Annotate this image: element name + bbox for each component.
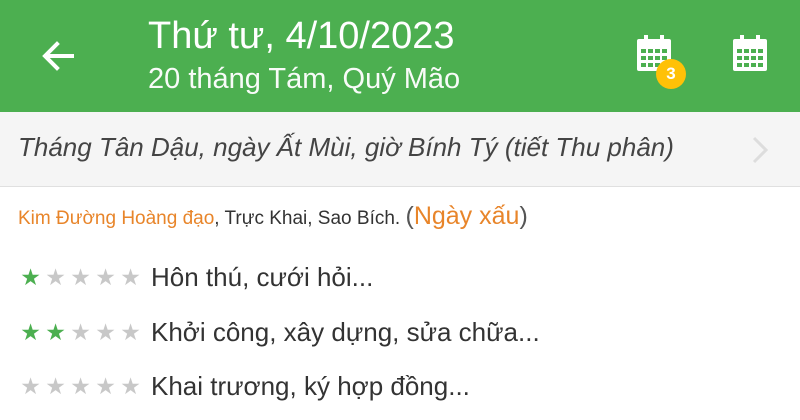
star-filled-icon: ★	[20, 319, 41, 345]
chevron-right-icon	[752, 136, 769, 164]
rating-row: ★ ★ ★ ★ ★ Khởi công, xây dựng, sửa chữa...	[18, 312, 540, 352]
page-title: Thứ tư, 4/10/2023	[148, 15, 455, 57]
calendar-grid-icon	[733, 35, 767, 71]
top-app-bar: Thứ tư, 4/10/2023 20 tháng Tám, Quý Mão …	[0, 0, 800, 112]
day-details-text: , Trực Khai, Sao Bích.	[214, 208, 401, 229]
hoang-dao-label: Kim Đường Hoàng đạo	[18, 208, 215, 229]
star-empty-icon: ★	[45, 373, 66, 399]
star-empty-icon: ★	[70, 373, 91, 399]
event-count-badge: 3	[656, 59, 686, 89]
lunar-info-row[interactable]: Tháng Tân Dậu, ngày Ất Mùi, giờ Bính Tý …	[0, 112, 800, 187]
star-empty-icon: ★	[70, 319, 91, 345]
star-empty-icon: ★	[45, 264, 66, 290]
back-button[interactable]	[30, 30, 86, 82]
star-filled-icon: ★	[45, 319, 66, 345]
activity-label: Khai trương, ký hợp đồng...	[151, 370, 470, 401]
header-titles: Thứ tư, 4/10/2023 20 tháng Tám, Quý Mão	[148, 12, 460, 98]
lunar-date-subtitle: 20 tháng Tám, Quý Mão	[148, 63, 461, 95]
month-calendar-button[interactable]	[728, 34, 772, 78]
star-rating: ★ ★ ★ ★ ★	[18, 373, 143, 399]
rating-row: ★ ★ ★ ★ ★ Khai trương, ký hợp đồng...	[18, 366, 470, 406]
day-detail-screen: Thứ tư, 4/10/2023 20 tháng Tám, Quý Mão …	[0, 0, 800, 420]
star-empty-icon: ★	[70, 264, 91, 290]
open-paren: (	[405, 202, 414, 230]
star-empty-icon: ★	[95, 264, 116, 290]
close-paren: )	[519, 202, 528, 230]
star-empty-icon: ★	[95, 319, 116, 345]
star-empty-icon: ★	[120, 264, 141, 290]
star-filled-icon: ★	[20, 264, 41, 290]
activity-label: Hôn thú, cưới hỏi...	[151, 261, 374, 292]
star-empty-icon: ★	[120, 373, 141, 399]
star-empty-icon: ★	[20, 373, 41, 399]
star-empty-icon: ★	[120, 319, 141, 345]
rating-row: ★ ★ ★ ★ ★ Hôn thú, cưới hỏi...	[18, 257, 373, 297]
arrow-left-icon	[42, 41, 74, 71]
day-info-line: Kim Đường Hoàng đạo, Trực Khai, Sao Bích…	[18, 202, 528, 231]
activity-label: Khởi công, xây dựng, sửa chữa...	[151, 316, 540, 347]
star-rating: ★ ★ ★ ★ ★	[18, 319, 143, 345]
star-empty-icon: ★	[95, 373, 116, 399]
day-quality-label: Ngày xấu	[413, 202, 520, 230]
lunar-info-text: Tháng Tân Dậu, ngày Ất Mùi, giờ Bính Tý …	[18, 132, 674, 162]
star-rating: ★ ★ ★ ★ ★	[18, 264, 143, 290]
